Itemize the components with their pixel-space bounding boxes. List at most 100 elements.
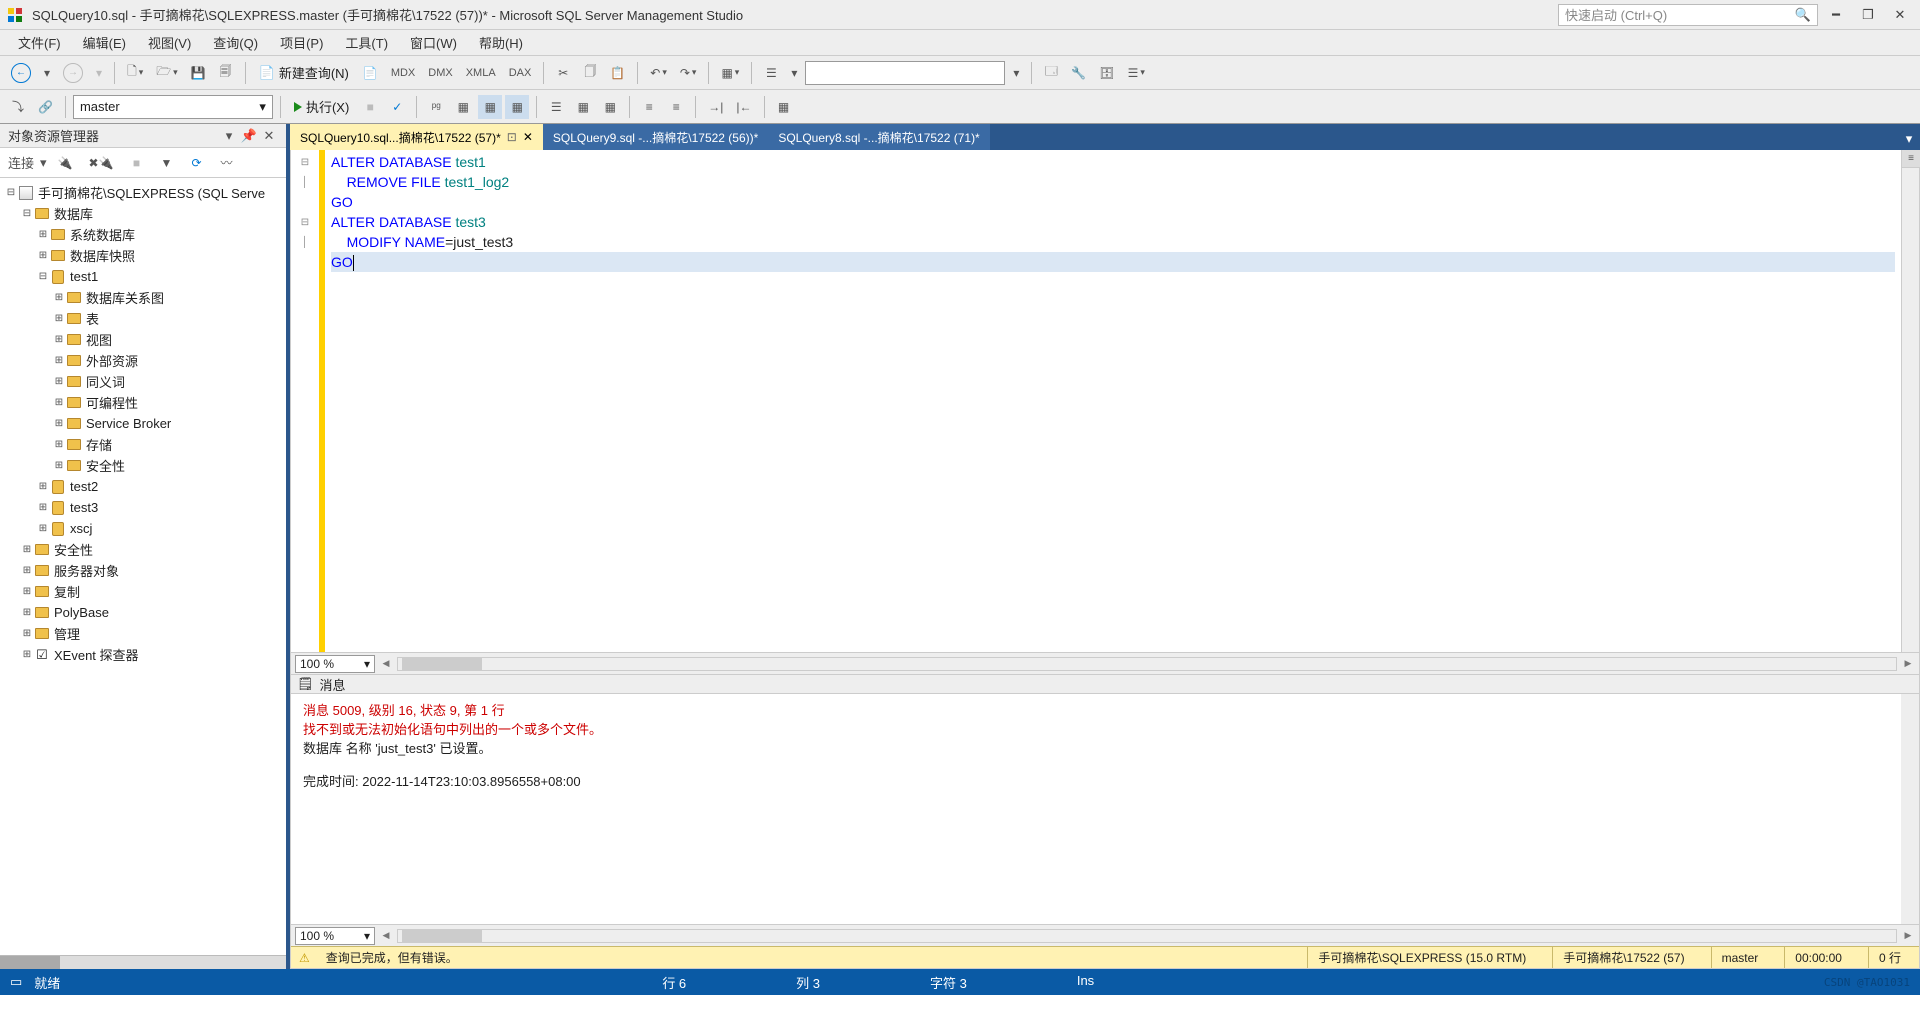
toolbar-combo-dropdown[interactable]: ▾ [1008, 61, 1024, 85]
template-button[interactable]: ▦ [716, 61, 744, 85]
menu-project[interactable]: 项目(P) [270, 30, 333, 55]
hsb-left[interactable]: ◀ [379, 929, 393, 943]
dax-button[interactable]: DAX [504, 61, 537, 85]
menu-query[interactable]: 查询(Q) [203, 30, 268, 55]
menu-file[interactable]: 文件(F) [8, 30, 71, 55]
registered-servers-button[interactable]: 🗔 [1039, 61, 1063, 85]
maximize-button[interactable]: ❐ [1854, 4, 1882, 26]
stop-icon[interactable]: ■ [125, 151, 149, 175]
connect-dropdown[interactable]: ▾ [40, 155, 47, 171]
tab-sqlquery10[interactable]: SQLQuery10.sql...摘棉花\17522 (57)* ⊡ ✕ [290, 124, 543, 150]
menu-edit[interactable]: 编辑(E) [73, 30, 136, 55]
dmx-button[interactable]: DMX [423, 61, 457, 85]
refresh-icon[interactable]: ⟳ [185, 151, 209, 175]
engine-query-button[interactable]: 📄 [358, 61, 383, 85]
tree-server-node[interactable]: ⊟手可摘棉花\SQLEXPRESS (SQL Serve [0, 182, 286, 203]
stop-button[interactable]: ■ [358, 95, 382, 119]
outdent-button[interactable]: |← [731, 95, 756, 119]
save-all-button[interactable]: 🗐 [214, 61, 238, 85]
toolbar-combo[interactable] [805, 61, 1005, 85]
zoom-combobox[interactable]: 100 %▾ [295, 655, 375, 673]
connect-label[interactable]: 连接 [8, 153, 34, 172]
tree-replication-node[interactable]: ⊞复制 [0, 581, 286, 602]
more-button[interactable]: ☰ [1123, 61, 1150, 85]
hsb-left[interactable]: ◀ [379, 657, 393, 671]
messages-body[interactable]: 消息 5009, 级别 16, 状态 9, 第 1 行 找不到或无法初始化语句中… [291, 694, 1919, 924]
connection-button[interactable]: 🔗 [33, 95, 58, 119]
tree-test1-security[interactable]: ⊞安全性 [0, 455, 286, 476]
results-file-button[interactable]: ▦ [571, 95, 595, 119]
editor-h-scrollbar[interactable] [397, 657, 1897, 671]
execute-button[interactable]: 执行(X) [288, 95, 355, 118]
hsb-right[interactable]: ▶ [1901, 657, 1915, 671]
tree-management-node[interactable]: ⊞管理 [0, 623, 286, 644]
query-options-button[interactable]: ▦ [451, 95, 475, 119]
specify-values-button[interactable]: ▦ [772, 95, 796, 119]
uncomment-button[interactable]: ≡ [664, 95, 688, 119]
comment-button[interactable]: ≡ [637, 95, 661, 119]
tools-button[interactable]: 🔧 [1066, 61, 1091, 85]
nav-back-button[interactable]: ← [6, 61, 36, 85]
editor-v-scrollbar[interactable]: ≡ [1901, 150, 1919, 652]
redo-button[interactable]: ↷ [675, 61, 702, 85]
tree-test1-tables[interactable]: ⊞表 [0, 308, 286, 329]
tab-sqlquery9[interactable]: SQLQuery9.sql -...摘棉花\17522 (56))* [543, 124, 768, 150]
tree-test1-views[interactable]: ⊞视图 [0, 329, 286, 350]
menu-window[interactable]: 窗口(W) [400, 30, 467, 55]
split-handle[interactable]: ≡ [1902, 150, 1920, 168]
tree-security-node[interactable]: ⊞安全性 [0, 539, 286, 560]
messages-tab-header[interactable]: 🗒 消息 [291, 674, 1919, 694]
activity-button[interactable]: 🗄 [1094, 61, 1119, 85]
tab-close-icon[interactable]: ✕ [523, 130, 533, 144]
menu-tools[interactable]: 工具(T) [335, 30, 398, 55]
tree-test1-programmability[interactable]: ⊞可编程性 [0, 392, 286, 413]
intellisense-button[interactable]: ▦ [478, 95, 502, 119]
nav-back-dropdown[interactable]: ▾ [39, 61, 55, 85]
tree-test1-synonyms[interactable]: ⊞同义词 [0, 371, 286, 392]
tabstrip-overflow-button[interactable]: ▾ [1898, 128, 1920, 150]
copy-button[interactable]: 🗍 [578, 61, 602, 85]
hsb-right[interactable]: ▶ [1901, 929, 1915, 943]
tree-test3-node[interactable]: ⊞test3 [0, 497, 286, 518]
mdx-button[interactable]: MDX [386, 61, 420, 85]
display-plan-button[interactable]: ᵖᵍ [424, 95, 448, 119]
messages-v-scrollbar[interactable] [1901, 694, 1919, 924]
tree-sysdb-node[interactable]: ⊞系统数据库 [0, 224, 286, 245]
tree-test1-node[interactable]: ⊟test1 [0, 266, 286, 287]
tree-test1-external[interactable]: ⊞外部资源 [0, 350, 286, 371]
paste-button[interactable]: 📋 [605, 61, 630, 85]
panel-dropdown-button[interactable]: ▾ [220, 127, 238, 145]
database-combobox[interactable]: master ▾ [73, 95, 273, 119]
tab-pin-icon[interactable]: ⊡ [507, 130, 517, 144]
change-connection-button[interactable]: ⤵ [6, 95, 30, 119]
menu-help[interactable]: 帮助(H) [469, 30, 533, 55]
messages-h-scrollbar[interactable] [397, 929, 1897, 943]
tree-xscj-node[interactable]: ⊞xscj [0, 518, 286, 539]
object-explorer-tree[interactable]: ⊟手可摘棉花\SQLEXPRESS (SQL Serve ⊟数据库 ⊞系统数据库… [0, 178, 286, 955]
undo-button[interactable]: ↶ [645, 61, 672, 85]
filter-button[interactable]: ☰ [759, 61, 783, 85]
connect-icon[interactable]: 🔌 [53, 151, 78, 175]
panel-pin-button[interactable]: 📌 [240, 127, 258, 145]
filter-dropdown[interactable]: ▾ [786, 61, 802, 85]
results-new-button[interactable]: ▦ [598, 95, 622, 119]
tab-sqlquery8[interactable]: SQLQuery8.sql -...摘棉花\17522 (71)* [768, 124, 989, 150]
code-editor[interactable]: ⊟│ ⊟│ ALTER DATABASE test1 REMOVE FILE t… [291, 150, 1919, 652]
new-item-button[interactable]: 🗋 [122, 61, 148, 85]
panel-close-button[interactable]: ✕ [260, 127, 278, 145]
tree-test1-storage[interactable]: ⊞存储 [0, 434, 286, 455]
indent-button[interactable]: →| [703, 95, 728, 119]
details-icon[interactable]: 〰 [215, 151, 239, 175]
save-button[interactable]: 💾 [186, 61, 211, 85]
quick-launch-input[interactable]: 快速启动 (Ctrl+Q) 🔍 [1558, 4, 1818, 26]
results-text-button[interactable]: ☰ [544, 95, 568, 119]
new-query-button[interactable]: 📄 新建查询(N) [253, 61, 355, 84]
close-button[interactable]: ✕ [1886, 4, 1914, 26]
tree-serverobjects-node[interactable]: ⊞服务器对象 [0, 560, 286, 581]
results-grid-button[interactable]: ▦ [505, 95, 529, 119]
tree-test1-servicebroker[interactable]: ⊞Service Broker [0, 413, 286, 434]
tree-test2-node[interactable]: ⊞test2 [0, 476, 286, 497]
tree-snapshot-node[interactable]: ⊞数据库快照 [0, 245, 286, 266]
parse-button[interactable]: ✓ [385, 95, 409, 119]
nav-fwd-dropdown[interactable]: ▾ [91, 61, 107, 85]
